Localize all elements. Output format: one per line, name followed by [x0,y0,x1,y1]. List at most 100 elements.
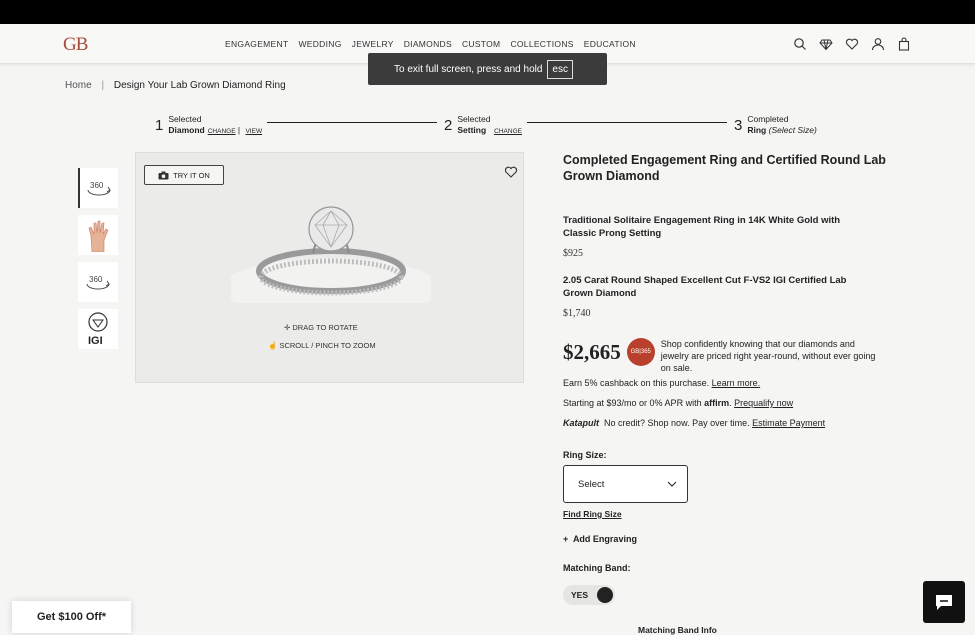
diamond-title[interactable]: 2.05 Carat Round Shaped Excellent Cut F-… [563,274,853,300]
katapult-row: Katapult No credit? Shop now. Pay over t… [563,418,825,428]
setting-price: $925 [563,248,583,259]
matching-band-toggle[interactable]: YES [563,585,615,605]
nav-custom[interactable]: CUSTOM [462,39,500,49]
cashback-row: Earn 5% cashback on this purchase. Learn… [563,378,760,388]
step-number: 3 [734,116,743,134]
breadcrumb: Home | Design Your Lab Grown Diamond Rin… [65,80,286,91]
breadcrumb-separator: | [101,80,105,91]
scroll-zoom-text: SCROLL / PINCH TO ZOOM [279,341,376,350]
thumb-hand-view[interactable] [78,215,118,255]
chat-button[interactable] [923,581,965,623]
step-top: Completed [747,114,789,124]
thumb-360-view[interactable]: 360 [78,168,118,208]
progress-steps: 1 Selected Diamond CHANGE | VIEW 2 Select… [155,114,825,138]
step-top: Selected [457,114,491,124]
logo[interactable]: GB [63,34,88,56]
drag-rotate-text: DRAG TO ROTATE [292,323,358,332]
ring-3d-viewer[interactable]: TRY IT ON ✛ DRAG TO ROTATE ☝ SCROLL / PI… [135,152,524,383]
igi-label: IGI [88,335,103,347]
product-title: Completed Engagement Ring and Certified … [563,153,886,183]
account-icon[interactable] [871,37,885,51]
step-setting: 2 Selected Setting CHANGE [444,114,522,137]
camera-icon [158,171,169,179]
affirm-logo: affirm [704,398,730,408]
drag-rotate-hint: ✛ DRAG TO ROTATE [284,323,358,332]
plus-icon: + [563,534,569,544]
step-label: Ring [747,125,767,135]
step-ring: 3 Completed Ring (Select Size) [734,114,817,136]
step-diamond: 1 Selected Diamond CHANGE | VIEW [155,114,263,135]
nav-wedding[interactable]: WEDDING [298,39,341,49]
header-icons [793,37,911,51]
diamond-price: $1,740 [563,308,591,319]
wishlist-heart-icon[interactable] [845,37,859,51]
step-top: Selected [168,114,202,124]
cashback-text: Earn 5% cashback on this purchase. [563,378,710,388]
nav-diamonds[interactable]: DIAMONDS [404,39,452,49]
thumb-360-view-2[interactable]: 360 [78,262,118,302]
ring-image [231,206,431,303]
thumb-360-text: 360 [90,181,104,190]
change-setting-link[interactable]: CHANGE [494,128,522,135]
try-it-on-button[interactable]: TRY IT ON [144,165,224,185]
breadcrumb-current: Design Your Lab Grown Diamond Ring [113,80,286,91]
ring-size-select[interactable]: Select [563,465,688,503]
try-it-on-label: TRY IT ON [173,170,210,180]
toggle-label: YES [571,590,589,600]
learn-more-link[interactable]: Learn more. [712,378,761,388]
ring-size-value: Select [578,478,605,490]
affirm-text: Starting at $93/mo or 0% APR with [563,398,702,408]
toggle-knob [597,587,613,603]
browser-top-bar [0,0,975,24]
setting-title[interactable]: Traditional Solitaire Engagement Ring in… [563,214,873,240]
igi-logo-icon: IGI [88,312,108,347]
esc-key: esc [547,59,573,79]
ring-size-label: Ring Size: [563,450,607,460]
cart-bag-icon[interactable] [897,37,911,51]
add-engraving-button[interactable]: + Add Engraving [563,534,637,544]
step-number: 2 [444,117,453,134]
rotate-360-icon: 360 [87,181,111,196]
step-line-2 [527,122,727,123]
katapult-logo: Katapult [563,418,599,428]
find-ring-size-link[interactable]: Find Ring Size [563,509,622,519]
matching-band-label: Matching Band: [563,563,631,573]
product-info: Completed Engagement Ring and Certified … [563,152,893,635]
estimate-payment-link[interactable]: Estimate Payment [752,418,825,428]
nav-education[interactable]: EDUCATION [584,39,636,49]
rotate-360-icon: 360 [86,275,110,290]
favorite-heart-icon[interactable] [504,165,518,179]
step-note: (Select Size) [768,125,817,135]
thumb-igi-certificate[interactable]: IGI [78,309,118,349]
total-price-row: $2,665 GB|365 Shop confidently knowing t… [563,338,879,374]
diamond-icon[interactable] [819,37,833,51]
nav-jewelry[interactable]: JEWELRY [352,39,394,49]
main-nav: ENGAGEMENT WEDDING JEWELRY DIAMONDS CUST… [225,39,636,49]
katapult-text: No credit? Shop now. Pay over time. [604,418,750,428]
step-label: Setting [457,125,487,135]
prequalify-link[interactable]: Prequalify now [734,398,793,408]
gb365-badge: GB|365 [626,338,655,366]
chat-icon [936,595,952,610]
add-engraving-label: Add Engraving [572,534,637,544]
search-icon[interactable] [793,37,807,51]
total-price: $2,665 [563,340,621,364]
change-diamond-link[interactable]: CHANGE [208,128,236,135]
toast-message: To exit full screen, press and hold [394,63,543,75]
fullscreen-toast: To exit full screen, press and hold esc [368,53,607,85]
matching-band-info[interactable]: Matching Band Info [638,625,717,635]
step-line-1 [267,122,437,123]
nav-collections[interactable]: COLLECTIONS [510,39,573,49]
scroll-zoom-hint: ☝ SCROLL / PINCH TO ZOOM [268,341,376,350]
hand-icon [88,220,109,252]
pointer-hand-icon: ☝ [268,341,278,350]
affirm-row: Starting at $93/mo or 0% APR with affirm… [563,398,794,408]
nav-engagement[interactable]: ENGAGEMENT [225,39,288,49]
move-arrows-icon: ✛ [284,323,291,332]
step-label: Diamond [168,125,205,135]
step-number: 1 [155,117,164,134]
view-diamond-link[interactable]: VIEW [245,128,262,135]
promo-offer-button[interactable]: Get $100 Off* [12,601,131,633]
breadcrumb-home[interactable]: Home [65,80,92,91]
chevron-down-icon [667,481,677,487]
